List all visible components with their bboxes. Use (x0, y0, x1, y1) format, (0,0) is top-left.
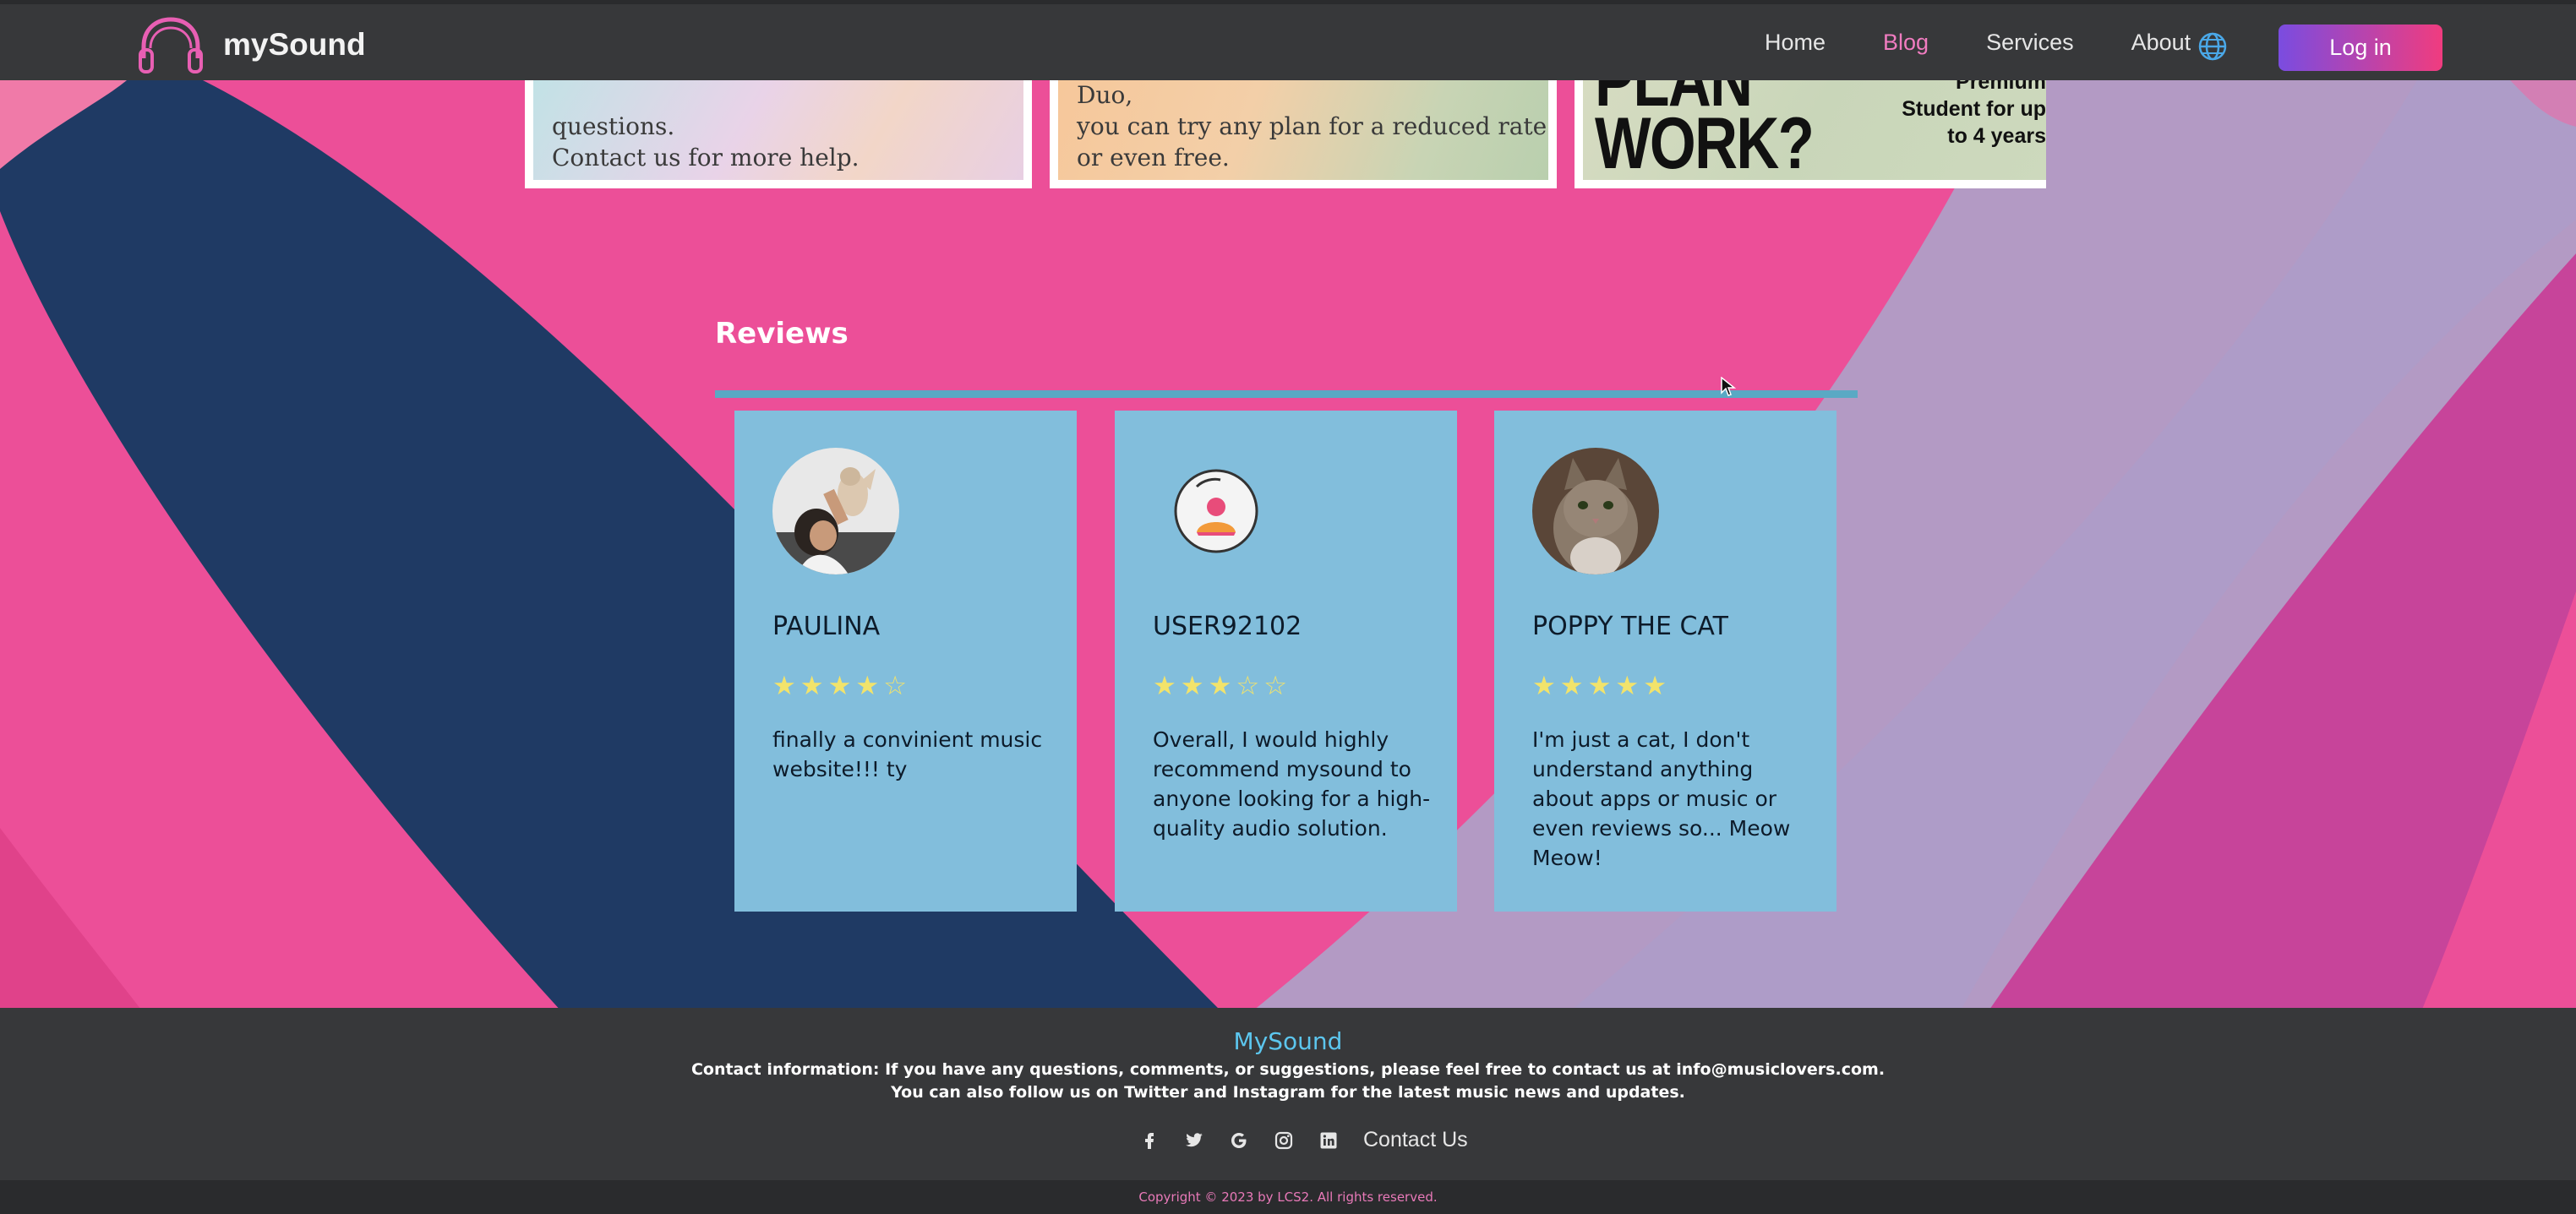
star-rating: ★ ★ ★ ☆ ☆ (1153, 672, 1291, 700)
star-filled-icon: ★ (827, 671, 852, 701)
nav-blog[interactable]: Blog (1883, 30, 1929, 56)
copyright: Copyright © 2023 by LCS2. All rights res… (0, 1180, 2576, 1214)
photo-avatar-cat (1532, 448, 1659, 574)
blog-card-text: questions. Contact us for more help. (552, 111, 860, 173)
login-button[interactable]: Log in (2279, 24, 2442, 71)
nav-links: Home Blog Services About (1765, 30, 2248, 56)
linkedin-icon[interactable] (1317, 1129, 1340, 1152)
default-user-icon (1153, 448, 1280, 574)
reviewer-name: USER92102 (1153, 612, 1302, 641)
blog-card-caption: Premium Student for up to 4 years (1902, 68, 2046, 150)
star-filled-icon: ★ (855, 671, 880, 701)
brand[interactable]: mySound (135, 14, 366, 75)
star-empty-icon: ☆ (1236, 671, 1260, 701)
star-filled-icon: ★ (1643, 671, 1667, 701)
review-card: PAULINA ★ ★ ★ ★ ☆ finally a convinient m… (734, 411, 1077, 912)
star-empty-icon: ☆ (1263, 671, 1287, 701)
footer-follow-info: You can also follow us on Twitter and In… (891, 1083, 1685, 1102)
star-filled-icon: ★ (1587, 671, 1612, 701)
blog-card-line: questions. (552, 112, 675, 140)
star-filled-icon: ★ (1532, 671, 1556, 701)
nav-home[interactable]: Home (1765, 30, 1826, 56)
twitter-icon[interactable] (1182, 1129, 1206, 1152)
star-filled-icon: ★ (1559, 671, 1584, 701)
photo-avatar-person-with-cat (772, 448, 899, 574)
caption-line: Student for up (1902, 97, 2046, 121)
star-filled-icon: ★ (772, 671, 796, 701)
nav-about[interactable]: About (2131, 30, 2191, 56)
blog-card-line: Contact us for more help. (552, 144, 860, 171)
social-links: Contact Us (1138, 1128, 1468, 1152)
review-text: Overall, I would highly recommend mysoun… (1153, 727, 1431, 841)
star-rating: ★ ★ ★ ★ ☆ (772, 672, 911, 700)
mouse-cursor-icon (1721, 377, 1736, 396)
caption-line: to 4 years (1947, 124, 2046, 148)
review-card: POPPY THE CAT ★ ★ ★ ★ ★ I'm just a cat, … (1494, 411, 1836, 912)
nav-services[interactable]: Services (1986, 30, 2074, 56)
blog-card-line: or even free. (1077, 144, 1230, 171)
headphones-icon (139, 17, 203, 73)
brand-name: mySound (223, 27, 366, 62)
star-filled-icon: ★ (1180, 671, 1204, 701)
footer: MySound Contact information: If you have… (0, 1008, 2576, 1180)
globe-icon[interactable] (2197, 31, 2228, 62)
contact-us-link[interactable]: Contact Us (1363, 1128, 1468, 1152)
google-icon[interactable] (1227, 1129, 1251, 1152)
reviews-divider (715, 390, 1858, 398)
reviewer-name: POPPY THE CAT (1532, 612, 1728, 641)
footer-brand[interactable]: MySound (0, 1027, 2576, 1055)
headline-line: WORK? (1595, 103, 1815, 180)
star-empty-icon: ☆ (883, 671, 907, 701)
review-text: I'm just a cat, I don't understand anyth… (1532, 727, 1791, 870)
star-filled-icon: ★ (800, 671, 824, 701)
star-rating: ★ ★ ★ ★ ★ (1532, 672, 1671, 700)
blog-card-line: you can try any plan for a reduced rate (1077, 112, 1547, 140)
star-filled-icon: ★ (1153, 671, 1176, 701)
facebook-icon[interactable] (1138, 1129, 1161, 1152)
review-card: USER92102 ★ ★ ★ ☆ ☆ Overall, I would hig… (1115, 411, 1457, 912)
star-filled-icon: ★ (1208, 671, 1232, 701)
navbar: mySound Home Blog Services About Log in (0, 0, 2576, 80)
star-filled-icon: ★ (1615, 671, 1640, 701)
instagram-icon[interactable] (1272, 1129, 1296, 1152)
footer-contact-info: Contact information: If you have any que… (690, 1060, 1886, 1079)
review-text: finally a convinient music website!!! ty (772, 727, 1043, 781)
reviews-title: Reviews (715, 317, 849, 351)
reviewer-name: PAULINA (772, 612, 881, 641)
